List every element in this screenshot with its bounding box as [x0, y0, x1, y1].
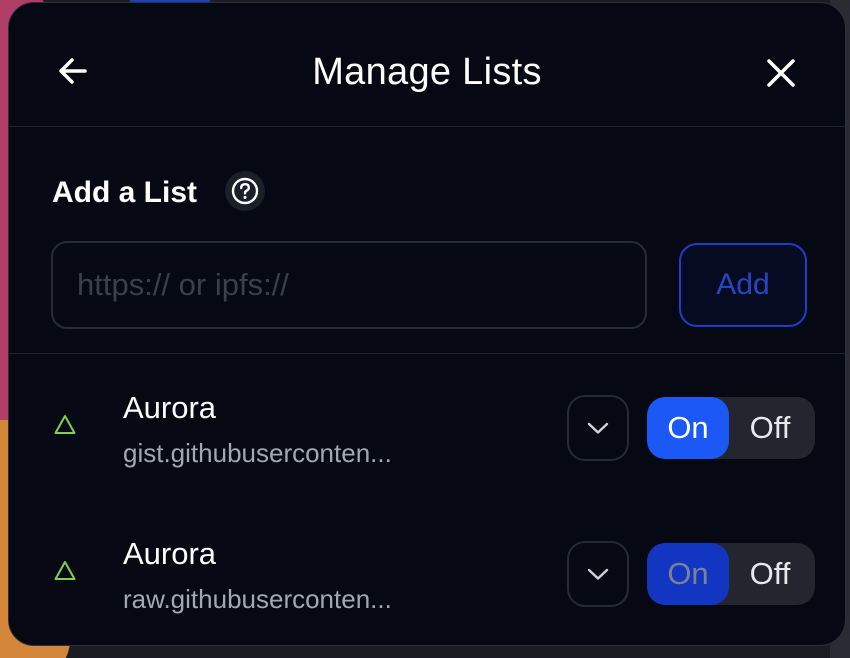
- close-icon: [767, 59, 795, 87]
- modal-title: Manage Lists: [312, 51, 542, 93]
- list-url-input[interactable]: [51, 241, 647, 329]
- manage-lists-modal: Manage Lists Add a List Add Aurora gist.…: [8, 2, 846, 646]
- chevron-down-icon: [587, 568, 609, 580]
- section-divider: [9, 353, 845, 354]
- expand-list-button[interactable]: [567, 541, 629, 607]
- toggle-on-option[interactable]: On: [647, 543, 729, 605]
- triangle-icon: [54, 561, 76, 580]
- list-name: Aurora: [123, 390, 217, 425]
- add-list-label: Add a List: [52, 176, 198, 209]
- add-button[interactable]: Add: [679, 243, 807, 327]
- modal-header: Manage Lists: [9, 3, 845, 127]
- list-name: Aurora: [123, 536, 217, 571]
- close-button[interactable]: [761, 53, 801, 93]
- toggle-off-option[interactable]: Off: [729, 543, 811, 605]
- chevron-down-icon: [587, 422, 609, 434]
- list-item: Aurora gist.githubuserconten... On Off: [9, 375, 845, 495]
- toggle-off-option[interactable]: Off: [729, 397, 811, 459]
- list-toggle[interactable]: On Off: [647, 397, 815, 459]
- question-circle-icon[interactable]: [225, 171, 265, 211]
- expand-list-button[interactable]: [567, 395, 629, 461]
- list-url: raw.githubuserconten...: [123, 584, 392, 614]
- triangle-icon: [54, 415, 76, 434]
- toggle-on-option[interactable]: On: [647, 397, 729, 459]
- list-item: Aurora raw.githubuserconten... On Off: [9, 521, 845, 641]
- list-toggle[interactable]: On Off: [647, 543, 815, 605]
- list-url: gist.githubuserconten...: [123, 438, 392, 468]
